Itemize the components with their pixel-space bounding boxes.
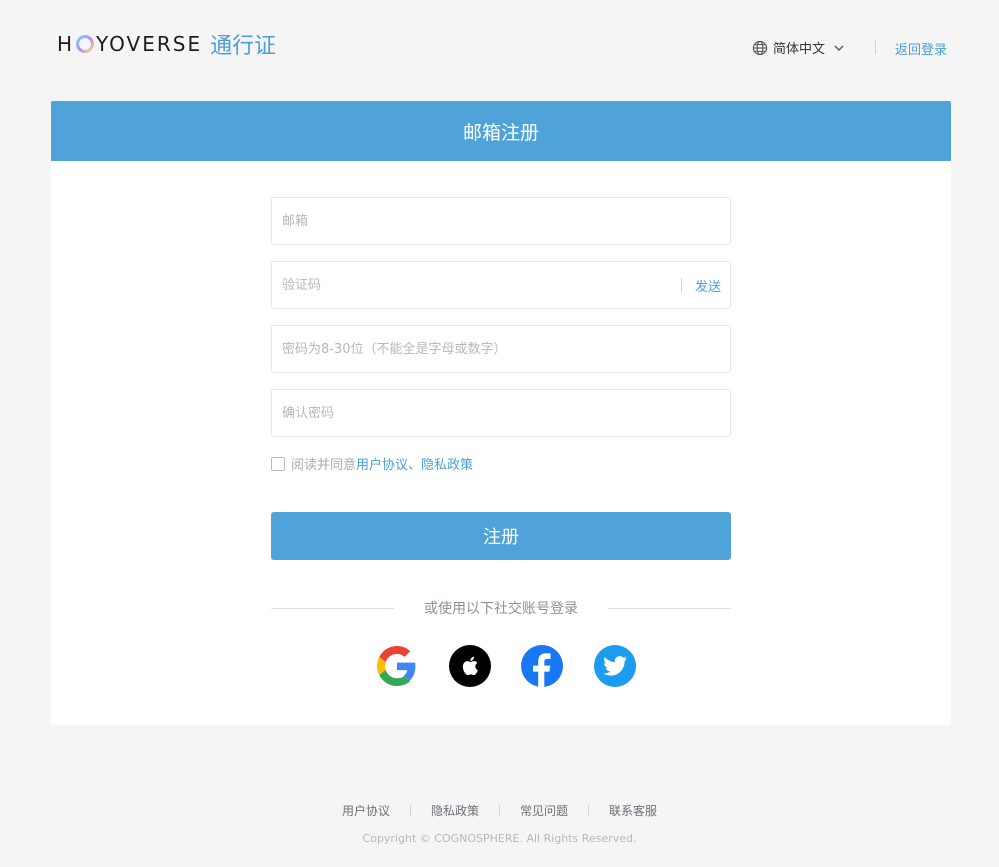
logo-wordmark: H YOVERSE	[57, 32, 202, 56]
agreement-separator: 、	[408, 458, 422, 473]
language-selector[interactable]: 简体中文	[752, 38, 845, 57]
divider-line-right	[608, 607, 731, 609]
hoyoverse-logo[interactable]: H YOVERSE 通行证	[57, 28, 276, 60]
send-divider	[681, 278, 682, 292]
logo-ring-icon	[76, 35, 95, 53]
code-field-wrapper: 发送	[271, 261, 731, 309]
agreement-checkbox[interactable]	[271, 456, 285, 471]
footer-links: 用户协议 隐私政策 常见问题 联系客服	[0, 802, 999, 819]
copyright-text: Copyright © COGNOSPHERE. All Rights Rese…	[362, 832, 637, 845]
social-divider: 或使用以下社交账号登录	[271, 598, 731, 618]
confirm-password-input[interactable]	[272, 390, 730, 436]
register-button[interactable]: 注册	[271, 512, 731, 560]
footer-link-contact-support[interactable]: 联系客服	[609, 802, 657, 819]
logo-text-left: H	[57, 32, 75, 56]
apple-login-button[interactable]	[448, 645, 491, 687]
card-title: 邮箱注册	[51, 101, 951, 161]
language-label: 简体中文	[773, 42, 826, 57]
footer-link-faq[interactable]: 常见问题	[520, 802, 568, 819]
apple-icon	[462, 656, 478, 676]
header: H YOVERSE 通行证 简体中文 返回登录	[0, 0, 999, 95]
email-input[interactable]	[272, 198, 730, 244]
twitter-icon	[603, 656, 627, 676]
google-login-button[interactable]	[376, 645, 418, 687]
user-agreement-link[interactable]: 用户协议	[356, 454, 408, 473]
google-icon	[377, 646, 416, 686]
back-to-login-link[interactable]: 返回登录	[895, 39, 947, 58]
footer-link-privacy-policy[interactable]: 隐私政策	[431, 802, 479, 819]
logo-suffix: 通行证	[210, 34, 277, 59]
footer-divider	[499, 805, 500, 816]
agreement-row: 阅读并同意 用户协议 、 隐私政策	[271, 454, 473, 473]
social-login-row	[376, 645, 636, 687]
verification-code-input[interactable]	[272, 262, 730, 308]
confirm-password-field-wrapper	[271, 389, 731, 437]
agreement-prefix: 阅读并同意	[291, 458, 357, 473]
email-field-wrapper	[271, 197, 731, 245]
globe-icon	[752, 40, 768, 55]
privacy-policy-link[interactable]: 隐私政策	[421, 454, 473, 473]
header-divider	[875, 40, 876, 54]
chevron-down-icon	[834, 45, 844, 51]
social-login-text: 或使用以下社交账号登录	[424, 601, 578, 617]
footer-link-user-agreement[interactable]: 用户协议	[342, 802, 390, 819]
logo-text-right: YOVERSE	[96, 32, 203, 56]
twitter-login-button[interactable]	[593, 645, 636, 687]
footer-divider	[588, 805, 590, 816]
register-card: 邮箱注册 发送 阅读并同意 用户协议 、 隐私政策 注册 或使用以下社交账号登录	[51, 101, 951, 725]
register-form: 发送	[271, 197, 731, 453]
footer-divider	[409, 805, 411, 816]
divider-line-left	[271, 607, 394, 609]
facebook-login-button[interactable]	[521, 645, 564, 687]
password-field-wrapper	[271, 325, 731, 373]
send-code-button[interactable]: 发送	[695, 276, 721, 295]
password-input[interactable]	[272, 326, 730, 372]
facebook-icon	[533, 653, 551, 687]
